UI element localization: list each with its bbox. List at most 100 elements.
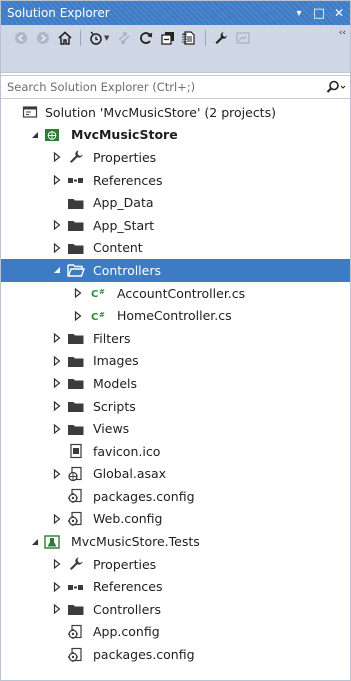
folder-icon [67,397,85,415]
tree-item-label: MvcMusicStore [71,127,178,143]
collapsed-arrow-icon[interactable] [51,242,63,254]
folder-icon [67,600,85,618]
expanded-arrow-icon[interactable] [29,129,41,141]
collapsed-arrow-icon[interactable] [51,468,63,480]
csharp-file-icon: C # [91,284,109,302]
folder-icon [67,239,85,257]
tree-item-label: favicon.ico [93,443,161,459]
tree-item-label: HomeController.cs [117,308,232,324]
search-icon[interactable] [322,76,350,98]
tree-item[interactable]: Solution 'MvcMusicStore' (2 projects) [1,101,350,124]
tree-item-label: App.config [93,624,160,640]
tree-item[interactable]: Controllers [1,598,350,621]
folder-icon [67,420,85,438]
back-icon[interactable] [11,28,31,48]
expanded-arrow-icon[interactable] [29,536,41,548]
tree-item[interactable]: Models [1,372,350,395]
show-all-files-icon[interactable] [180,28,200,48]
toolbar-separator [205,30,206,46]
tree-item[interactable]: Properties [1,146,350,169]
tree-item[interactable]: App_Data [1,191,350,214]
tree-item[interactable]: Web.config [1,508,350,531]
tree-item[interactable]: favicon.ico [1,440,350,463]
tree-item[interactable]: packages.config [1,643,350,666]
tree-item[interactable]: Properties [1,553,350,576]
folder-icon [67,194,85,212]
properties-icon[interactable] [211,28,231,48]
svg-text:C: C [91,312,98,323]
sync-icon[interactable] [114,28,134,48]
refresh-icon[interactable] [136,28,156,48]
tree-item-label: Web.config [93,511,163,527]
folder-open-icon [67,261,85,279]
chevron-down-icon[interactable]: ▼ [104,34,112,42]
tree-item[interactable]: C # HomeController.cs [1,304,350,327]
history-icon[interactable] [86,28,106,48]
folder-icon [67,329,85,347]
tree-item[interactable]: App_Start [1,214,350,237]
toolbar-separator [80,30,81,46]
tree-item-label: References [93,579,163,595]
tree-item-label: Controllers [93,262,161,278]
tree-item[interactable]: MvcMusicStore.Tests [1,530,350,553]
toolbar-overflow-icon[interactable]: ‹‹ [339,28,346,38]
tree-item[interactable]: References [1,575,350,598]
collapsed-arrow-icon[interactable] [51,400,63,412]
tree-item[interactable]: MvcMusicStore [1,124,350,147]
close-icon[interactable]: ✕ [330,4,348,22]
csharp-file-icon: C # [91,307,109,325]
collapsed-arrow-icon[interactable] [51,377,63,389]
tree-item-label: packages.config [93,647,195,663]
global-asax-icon [67,465,85,483]
search-input[interactable] [7,80,322,94]
web-project-icon [43,126,61,144]
tree-item-label: AccountController.cs [117,285,246,301]
references-icon [67,578,85,596]
tree-item[interactable]: packages.config [1,485,350,508]
svg-text:#: # [99,311,105,319]
collapsed-arrow-icon[interactable] [51,423,63,435]
preview-icon[interactable] [233,28,253,48]
references-icon [67,171,85,189]
home-icon[interactable] [55,28,75,48]
tree-item[interactable]: Global.asax [1,463,350,486]
collapsed-arrow-icon[interactable] [51,332,63,344]
tree-item-label: Properties [93,556,157,572]
title-bar[interactable]: Solution Explorer ▾ □ ✕ [1,1,350,25]
pin-dropdown-icon[interactable]: ▾ [290,4,308,22]
tree-item[interactable]: Controllers [1,259,350,282]
tree-item[interactable]: C # AccountController.cs [1,282,350,305]
collapsed-arrow-icon[interactable] [51,355,63,367]
tree-item[interactable]: Images [1,350,350,373]
config-file-icon [67,646,85,664]
tree-item[interactable]: Content [1,237,350,260]
collapse-all-icon[interactable] [158,28,178,48]
solution-icon [21,103,39,121]
tree-item[interactable]: References [1,169,350,192]
search-box[interactable] [1,75,350,99]
solution-tree: Solution 'MvcMusicStore' (2 projects) Mvc… [1,101,350,679]
tree-item[interactable]: Filters [1,327,350,350]
collapsed-arrow-icon[interactable] [51,174,63,186]
tree-item-label: Solution 'MvcMusicStore' (2 projects) [45,104,276,120]
collapsed-arrow-icon[interactable] [51,558,63,570]
config-file-icon [67,623,85,641]
tree-item[interactable]: Views [1,417,350,440]
collapsed-arrow-icon[interactable] [51,581,63,593]
collapsed-arrow-icon[interactable] [72,287,84,299]
tree-item-label: Filters [93,330,131,346]
collapsed-arrow-icon[interactable] [72,310,84,322]
tree-item[interactable]: Scripts [1,395,350,418]
config-file-icon [67,510,85,528]
expanded-arrow-icon[interactable] [51,264,63,276]
tree-item[interactable]: App.config [1,621,350,644]
maximize-icon[interactable]: □ [310,4,328,22]
collapsed-arrow-icon[interactable] [51,603,63,615]
collapsed-arrow-icon[interactable] [51,219,63,231]
test-project-icon [43,533,61,551]
wrench-icon [67,148,85,166]
tree-item-label: Views [93,421,130,437]
collapsed-arrow-icon[interactable] [51,151,63,163]
collapsed-arrow-icon[interactable] [51,513,63,525]
forward-icon[interactable] [33,28,53,48]
